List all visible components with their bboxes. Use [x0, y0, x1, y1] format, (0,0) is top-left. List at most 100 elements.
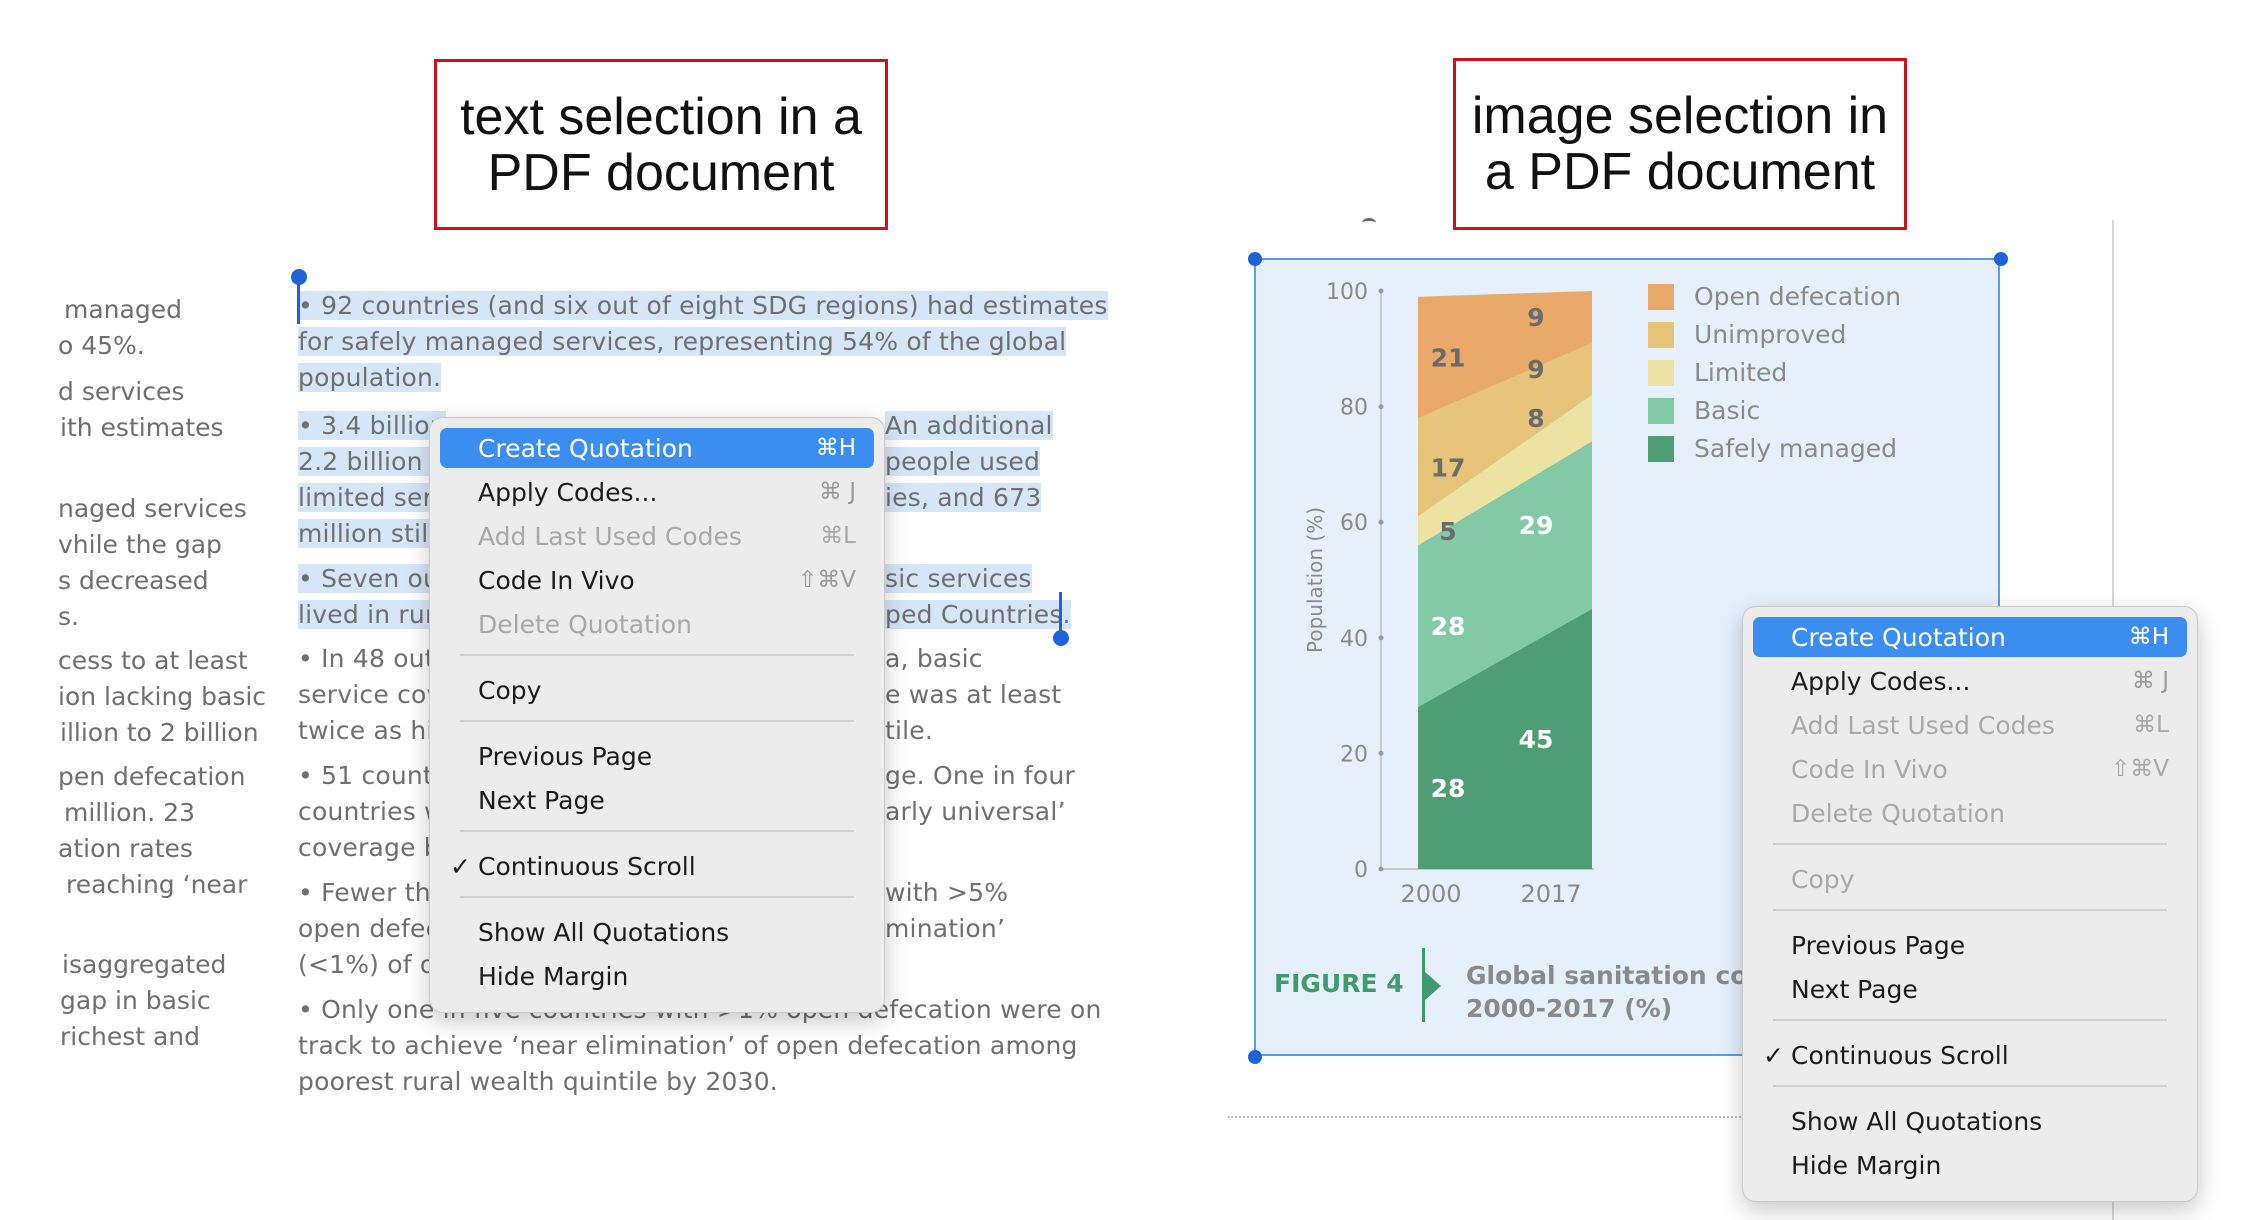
- legend-item: Unimproved: [1648, 320, 1846, 349]
- menu-item-code-in-vivo[interactable]: Code In Vivo ⇧⌘V: [440, 560, 874, 600]
- menu-separator: [460, 830, 854, 832]
- menu-item-shortcut: ⌘ J: [818, 479, 856, 505]
- pdf-page-bottom-rule: [1228, 1116, 1748, 1118]
- pdf-text-line: e was at least: [885, 680, 1062, 709]
- menu-item-create-quotation[interactable]: Create Quotation ⌘H: [1753, 617, 2187, 657]
- menu-item-hide-margin[interactable]: Hide Margin: [1753, 1145, 2187, 1185]
- legend-swatch: [1648, 359, 1674, 386]
- menu-item-apply-codes[interactable]: Apply Codes... ⌘ J: [1753, 661, 2187, 701]
- legend-swatch: [1648, 283, 1674, 310]
- menu-item-hide-margin[interactable]: Hide Margin: [440, 956, 874, 996]
- pdf-text-line: million still: [298, 519, 436, 548]
- margin-line: reaching ‘near: [66, 870, 248, 899]
- menu-item-create-quotation[interactable]: Create Quotation ⌘H: [440, 428, 874, 468]
- legend-item: Open defecation: [1648, 282, 1901, 311]
- pdf-text-line: poorest rural wealth quintile by 2030.: [298, 1067, 778, 1096]
- menu-item-shortcut: ⌘L: [820, 523, 856, 549]
- cropped-glyph: [1362, 218, 1376, 227]
- menu-item-add-last-used-codes: Add Last Used Codes ⌘L: [440, 516, 874, 556]
- legend-label: Basic: [1694, 396, 1761, 425]
- pdf-text-line: mination’: [885, 914, 1006, 943]
- menu-item-next-page[interactable]: Next Page: [440, 780, 874, 820]
- margin-line: ation rates: [58, 834, 193, 863]
- pdf-text-line: coverage b: [298, 833, 440, 862]
- legend-swatch: [1648, 397, 1674, 424]
- menu-item-show-all-quotations[interactable]: Show All Quotations: [440, 912, 874, 952]
- pdf-text-line: • Fewer th: [298, 878, 431, 907]
- margin-line: richest and: [60, 1022, 201, 1051]
- figure-caption-line1: Global sanitation cove: [1466, 961, 1781, 990]
- menu-item-label: Next Page: [1791, 974, 1918, 1004]
- legend-swatch: [1648, 435, 1674, 462]
- pdf-text-line: arly universal’: [885, 797, 1066, 826]
- legend-item: Limited: [1648, 358, 1787, 387]
- menu-item-copy[interactable]: Copy: [440, 670, 874, 710]
- menu-item-add-last-used-codes: Add Last Used Codes ⌘L: [1753, 705, 2187, 745]
- margin-line: isaggregated: [62, 950, 227, 979]
- menu-item-label: Hide Margin: [478, 961, 629, 991]
- menu-item-label: Show All Quotations: [1791, 1106, 2043, 1136]
- selection-corner-bottom-left[interactable]: [1248, 1050, 1262, 1064]
- margin-line: pen defecation: [58, 762, 246, 791]
- selection-end-handle[interactable]: [1053, 630, 1069, 646]
- menu-item-code-in-vivo: Code In Vivo ⇧⌘V: [1753, 749, 2187, 789]
- pdf-text-line: lived in rura: [298, 600, 451, 629]
- menu-item-copy: Copy: [1753, 859, 2187, 899]
- margin-line: gap in basic: [60, 986, 211, 1015]
- menu-item-label: Apply Codes...: [1791, 666, 1971, 696]
- pdf-text-line: service cov: [298, 680, 442, 709]
- margin-line: illion to 2 billion: [60, 718, 259, 747]
- menu-item-label: Previous Page: [1791, 930, 1966, 960]
- menu-separator: [460, 896, 854, 898]
- pdf-text-line: • 51 count: [298, 761, 433, 790]
- pdf-text-line: ies, and 673: [885, 483, 1042, 512]
- menu-item-label: Copy: [478, 675, 542, 705]
- menu-separator: [460, 720, 854, 722]
- pdf-text-line: open defec: [298, 914, 440, 943]
- pdf-text-line: population.: [298, 363, 442, 392]
- menu-item-previous-page[interactable]: Previous Page: [440, 736, 874, 776]
- menu-item-delete-quotation: Delete Quotation: [440, 604, 874, 644]
- pdf-text-line: countries w: [298, 797, 445, 826]
- legend-swatch: [1648, 321, 1674, 348]
- menu-separator: [1773, 1085, 2167, 1087]
- menu-item-label: Continuous Scroll: [478, 851, 696, 881]
- menu-item-continuous-scroll[interactable]: ✓ Continuous Scroll: [440, 846, 874, 886]
- margin-line: managed: [64, 295, 182, 324]
- pdf-text-line: An additional: [885, 411, 1053, 440]
- menu-item-previous-page[interactable]: Previous Page: [1753, 925, 2187, 965]
- legend-item: Basic: [1648, 396, 1760, 425]
- pdf-text-line: limited serv: [298, 483, 449, 512]
- margin-line: s.: [58, 602, 79, 631]
- menu-item-shortcut: ⇧⌘V: [2110, 756, 2169, 782]
- menu-item-continuous-scroll[interactable]: ✓ Continuous Scroll: [1753, 1035, 2187, 1075]
- checkmark-icon: ✓: [450, 851, 471, 881]
- legend-label: Open defecation: [1694, 282, 1902, 311]
- pdf-text-line: with >5%: [885, 878, 1009, 907]
- menu-item-label: Next Page: [478, 785, 605, 815]
- pdf-text-line: sic services: [885, 564, 1032, 593]
- selection-start-bar: [297, 280, 300, 324]
- context-menu-text: Create Quotation ⌘H Apply Codes... ⌘ J Add L…: [429, 417, 885, 1013]
- menu-separator: [460, 654, 854, 656]
- menu-item-label: Add Last Used Codes: [1791, 710, 2055, 740]
- pdf-text-line: • 3.4 billion: [298, 411, 446, 440]
- selection-corner-top-left[interactable]: [1248, 252, 1262, 266]
- selection-corner-top-right[interactable]: [1994, 252, 2008, 266]
- menu-item-delete-quotation: Delete Quotation: [1753, 793, 2187, 833]
- menu-separator: [1773, 843, 2167, 845]
- margin-line: cess to at least: [58, 646, 248, 675]
- menu-item-apply-codes[interactable]: Apply Codes... ⌘ J: [440, 472, 874, 512]
- legend-label: Limited: [1694, 358, 1788, 387]
- pdf-text-line: ge. One in four: [885, 761, 1075, 790]
- margin-line: naged services: [58, 494, 247, 523]
- pdf-text-line: 2.2 billion u: [298, 447, 447, 476]
- menu-item-label: Create Quotation: [1791, 622, 2006, 652]
- menu-item-shortcut: ⌘ J: [2131, 668, 2169, 694]
- margin-line: s decreased: [58, 566, 209, 595]
- menu-item-show-all-quotations[interactable]: Show All Quotations: [1753, 1101, 2187, 1141]
- figure-caption-line2: 2000-2017 (%): [1466, 994, 1673, 1023]
- margin-line: vhile the gap: [58, 530, 222, 559]
- menu-item-next-page[interactable]: Next Page: [1753, 969, 2187, 1009]
- pdf-text-line: • 92 countries (and six out of eight SDG…: [298, 291, 1108, 320]
